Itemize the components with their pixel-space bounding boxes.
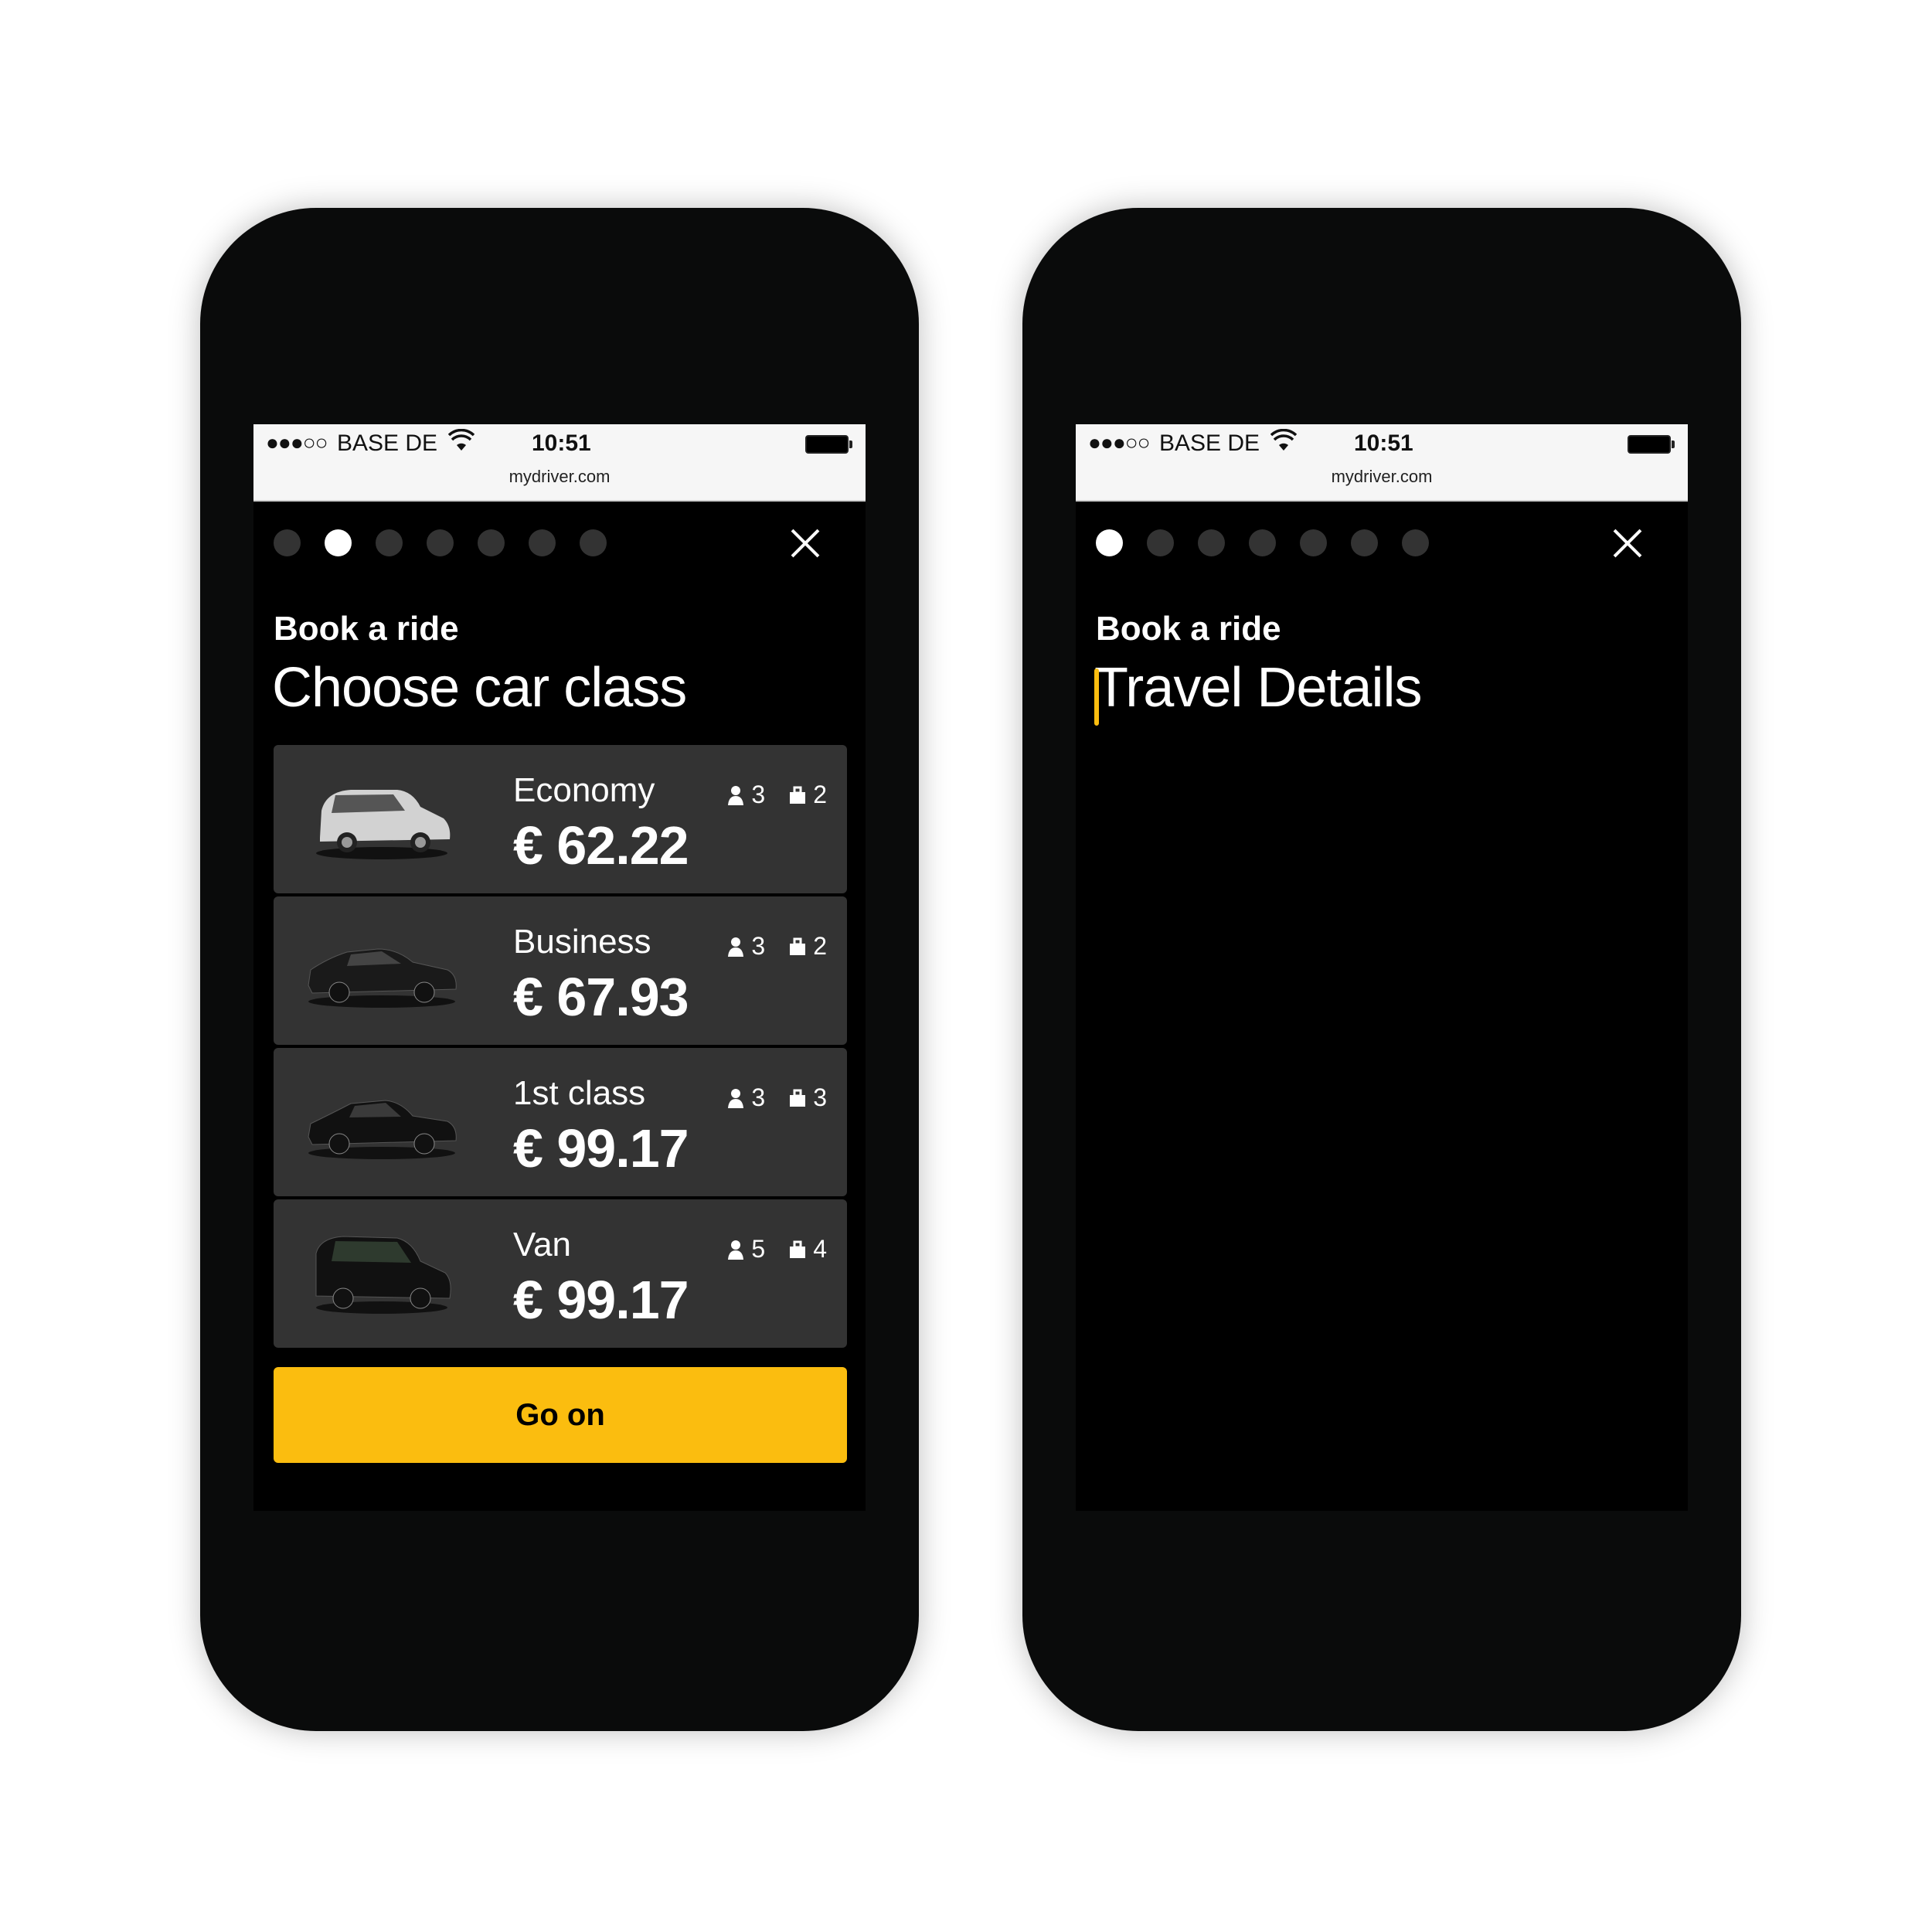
car-class-option[interactable]: 1st class € 99.17 3 3 xyxy=(274,1048,847,1196)
person-icon xyxy=(728,1240,744,1260)
car-class-name: Business xyxy=(513,923,651,961)
url-bar[interactable]: mydriver.com xyxy=(1076,467,1688,487)
car-class-price: € 99.17 xyxy=(513,1118,689,1179)
carrier-name: BASE DE xyxy=(1159,430,1260,456)
close-icon[interactable] xyxy=(1612,528,1643,559)
step-progress xyxy=(1096,529,1429,557)
status-bar: ●●●○○ BASE DE 10:51 mydriver.com xyxy=(253,424,866,502)
wifi-icon xyxy=(448,429,474,451)
car-image-sedan xyxy=(308,948,457,1008)
step-dot xyxy=(427,529,454,556)
step-dot xyxy=(1402,529,1429,556)
screen-travel-details: ●●●○○ BASE DE 10:51 mydriver.com Book a … xyxy=(1076,424,1688,1511)
luggage-count: 4 xyxy=(813,1235,827,1263)
car-class-name: Economy xyxy=(513,771,655,809)
page-title: Choose car class xyxy=(272,657,687,719)
step-dot xyxy=(529,529,556,556)
step-dot xyxy=(1249,529,1276,556)
car-capacity: 3 2 xyxy=(726,781,827,809)
signal-strength: ●●●○○ xyxy=(266,430,328,454)
person-icon xyxy=(728,785,744,805)
step-dot xyxy=(1147,529,1174,556)
phone-left: ●●●○○ BASE DE 10:51 mydriver.com Book a … xyxy=(200,208,919,1731)
url-bar[interactable]: mydriver.com xyxy=(253,467,866,487)
car-class-price: € 99.17 xyxy=(513,1270,689,1330)
car-class-name: Van xyxy=(513,1226,572,1264)
clock-time: 10:51 xyxy=(1354,430,1413,456)
step-progress xyxy=(274,529,607,557)
go-on-button[interactable]: Go on xyxy=(274,1367,847,1463)
status-bar: ●●●○○ BASE DE 10:51 mydriver.com xyxy=(1076,424,1688,502)
clock-time: 10:51 xyxy=(532,430,591,456)
step-dot-active xyxy=(1096,529,1123,556)
page-title: Travel Details xyxy=(1094,657,1422,719)
car-image-minivan xyxy=(316,790,451,859)
car-class-price: € 67.93 xyxy=(513,967,689,1027)
car-image-luxury-sedan xyxy=(308,1100,457,1159)
luggage-count: 2 xyxy=(813,781,827,808)
battery-full-icon xyxy=(1628,435,1675,454)
luggage-count: 2 xyxy=(813,932,827,960)
luggage-icon xyxy=(790,937,806,955)
step-dot xyxy=(274,529,301,556)
luggage-count: 3 xyxy=(813,1083,827,1111)
battery-full-icon xyxy=(805,435,852,454)
phone-right: ●●●○○ BASE DE 10:51 mydriver.com Book a … xyxy=(1022,208,1741,1731)
section-kicker: Book a ride xyxy=(274,610,459,648)
section-kicker: Book a ride xyxy=(1096,610,1281,648)
step-dot xyxy=(1198,529,1225,556)
step-dot xyxy=(478,529,505,556)
car-image-van xyxy=(315,1236,451,1314)
luggage-icon xyxy=(790,1240,806,1258)
car-class-option[interactable]: Business € 67.93 3 2 xyxy=(274,896,847,1045)
car-capacity: 3 2 xyxy=(726,932,827,961)
car-class-option[interactable]: Van € 99.17 5 4 xyxy=(274,1199,847,1348)
car-class-list: Economy € 62.22 3 2 Business € 67.93 3 2… xyxy=(274,745,847,1351)
step-dot-active xyxy=(325,529,352,556)
car-class-option[interactable]: Economy € 62.22 3 2 xyxy=(274,745,847,893)
car-capacity: 3 3 xyxy=(726,1083,827,1112)
car-capacity: 5 4 xyxy=(726,1235,827,1264)
booking-mode-toggle xyxy=(1094,668,1099,726)
step-dot xyxy=(580,529,607,556)
step-dot xyxy=(1300,529,1327,556)
step-dot xyxy=(376,529,403,556)
car-class-price: € 62.22 xyxy=(513,815,689,876)
passenger-count: 5 xyxy=(751,1235,766,1263)
passenger-count: 3 xyxy=(751,1083,766,1111)
luggage-icon xyxy=(790,1089,806,1107)
screen-choose-car-class: ●●●○○ BASE DE 10:51 mydriver.com Book a … xyxy=(253,424,866,1511)
car-class-name: 1st class xyxy=(513,1074,646,1112)
step-dot xyxy=(1351,529,1378,556)
person-icon xyxy=(728,937,744,957)
passenger-count: 3 xyxy=(751,932,766,960)
signal-strength: ●●●○○ xyxy=(1088,430,1151,454)
person-icon xyxy=(728,1088,744,1108)
luggage-icon xyxy=(790,786,806,804)
carrier-name: BASE DE xyxy=(337,430,438,456)
passenger-count: 3 xyxy=(751,781,766,808)
wifi-icon xyxy=(1270,429,1297,451)
close-icon[interactable] xyxy=(790,528,821,559)
